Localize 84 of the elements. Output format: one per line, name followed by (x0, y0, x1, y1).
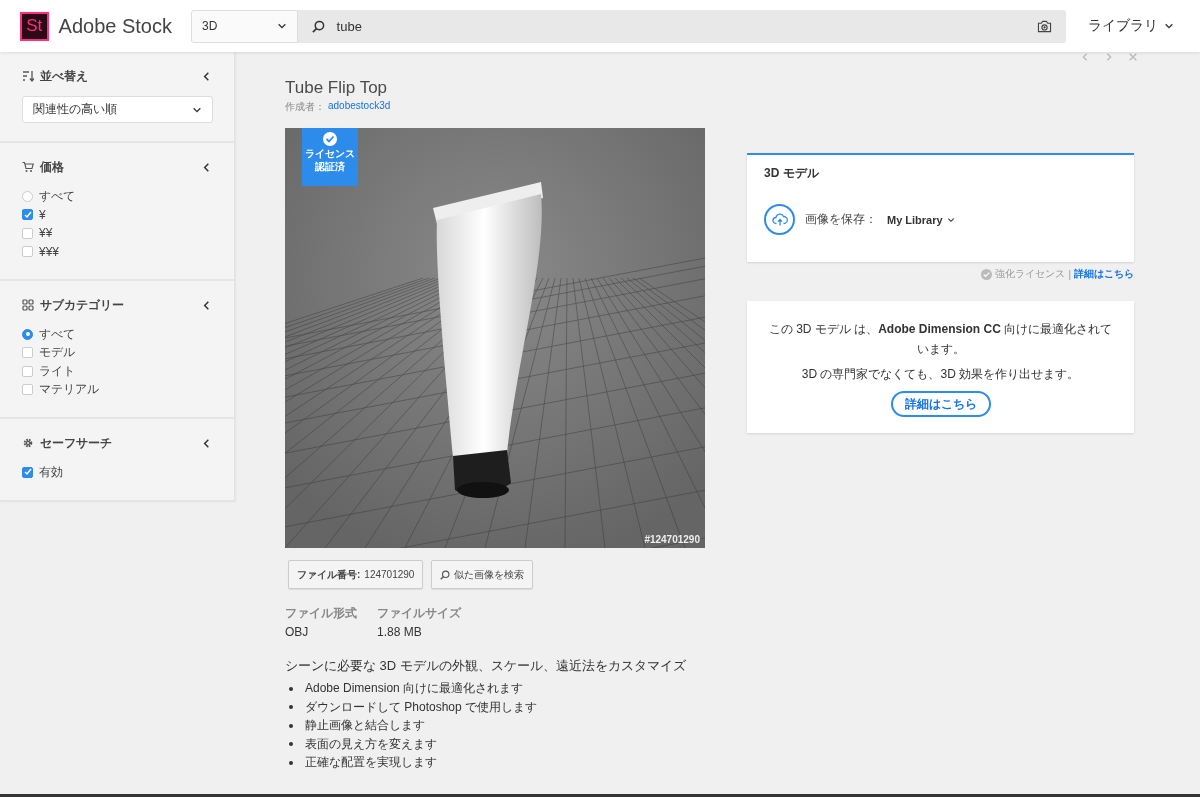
chevron-left-icon (201, 161, 212, 173)
feature-text: ダウンロードして Photoshop で使用します (305, 698, 538, 716)
image-id: #124701290 (644, 534, 700, 545)
search-icon (440, 569, 451, 580)
feature-text: 正確な配置を実現します (305, 754, 437, 771)
option-label: ¥¥¥ (39, 244, 60, 259)
checkbox[interactable] (22, 209, 33, 221)
chevron-down-icon (1164, 21, 1174, 31)
check-circle-icon (981, 268, 993, 280)
badge-text: ライセンス認証済 (305, 147, 355, 173)
features-heading: シーンに必要な 3D モデルの外観、スケール、遠近法をカスタマイズ (285, 657, 687, 675)
author-label: 作成者： (285, 100, 325, 114)
bullet-icon (289, 686, 293, 691)
meta-label: ファイルサイズ (377, 605, 461, 622)
cloud-upload-icon (771, 212, 788, 227)
separator: | (1068, 268, 1071, 280)
option-label: すべて (39, 187, 75, 205)
radio-button[interactable] (22, 190, 33, 202)
checkbox[interactable] (22, 227, 33, 239)
check-icon (323, 132, 337, 146)
option-label: すべて (39, 325, 75, 343)
bullet-icon (289, 742, 293, 747)
save-label: 画像を保存： (805, 211, 877, 228)
search-icon (311, 19, 325, 33)
sort-dropdown[interactable]: 関連性の高い順 (22, 96, 213, 123)
chevron-down-icon (276, 21, 287, 31)
cart-icon (22, 161, 34, 173)
bullet-icon (289, 705, 293, 710)
bullet-icon (289, 723, 293, 728)
library-menu[interactable]: ライブラリ (1082, 16, 1180, 36)
meta-value: OBJ (285, 625, 310, 639)
filter-heading: 価格 (40, 158, 65, 176)
collapse-button[interactable] (201, 299, 212, 311)
filter-heading: 並べ替え (40, 67, 89, 85)
info-text: この 3D モデル は、Adobe Dimension CC 向けに最適化されています。 (767, 321, 1114, 358)
bullet-icon (289, 760, 293, 765)
asset-title: Tube Flip Top (285, 78, 389, 98)
checkbox[interactable] (22, 384, 33, 396)
collapse-button[interactable] (201, 437, 212, 449)
file-number-button[interactable]: ファイル番号: 124701290 (288, 560, 424, 589)
library-dropdown[interactable]: My Library (887, 213, 955, 226)
details-button[interactable]: 詳細はこちら (890, 391, 991, 417)
info-text: 3D の専門家でなくても、3D 効果を作り出せます。 (801, 366, 1080, 383)
checkbox[interactable] (22, 466, 33, 478)
option-label: 有効 (39, 463, 63, 481)
option-label: ¥ (39, 207, 46, 222)
option-label: ¥¥ (39, 226, 53, 241)
filter-heading: サブカテゴリー (40, 296, 125, 314)
gear-icon (22, 437, 34, 449)
option-label: マテリアル (39, 381, 99, 399)
checkbox[interactable] (22, 365, 33, 377)
checkbox[interactable] (22, 246, 33, 258)
option-label: ライト (39, 362, 75, 380)
close-icon (1128, 52, 1138, 62)
find-similar-button[interactable]: 似た画像を検索 (431, 560, 534, 589)
collapse-button[interactable] (201, 70, 212, 82)
details-link[interactable]: 詳細はこちら (1074, 267, 1134, 281)
grid-icon (22, 299, 34, 311)
license-type: 強化ライセンス (995, 267, 1066, 281)
radio-button[interactable] (22, 328, 33, 340)
chevron-right-icon (1104, 52, 1114, 62)
filter-heading: セーフサーチ (40, 434, 113, 452)
logo-text: Adobe Stock (58, 14, 173, 38)
feature-text: 表面の見え方を変えます (305, 735, 437, 753)
category-dropdown[interactable]: 3D (191, 9, 298, 43)
camera-icon[interactable] (1037, 19, 1052, 33)
chevron-left-icon (201, 437, 212, 449)
chevron-left-icon (1080, 52, 1090, 62)
sort-icon (22, 70, 34, 82)
search-field[interactable]: tube (297, 9, 1066, 43)
card-title: 3D モデル (764, 166, 819, 180)
author-link[interactable]: adobestock3d (328, 100, 391, 114)
chevron-left-icon (201, 299, 212, 311)
meta-label: ファイル形式 (285, 605, 357, 622)
checkbox[interactable] (22, 347, 33, 359)
cloud-upload-button[interactable] (764, 204, 795, 235)
chevron-left-icon (201, 70, 212, 82)
option-label: モデル (39, 344, 75, 362)
collapse-button[interactable] (201, 161, 212, 173)
meta-value: 1.88 MB (377, 625, 423, 639)
chevron-down-icon (946, 215, 955, 224)
feature-text: Adobe Dimension 向けに最適化されます (305, 680, 524, 697)
logo-icon[interactable]: St (20, 11, 49, 41)
feature-text: 静止画像と結合します (305, 717, 425, 734)
